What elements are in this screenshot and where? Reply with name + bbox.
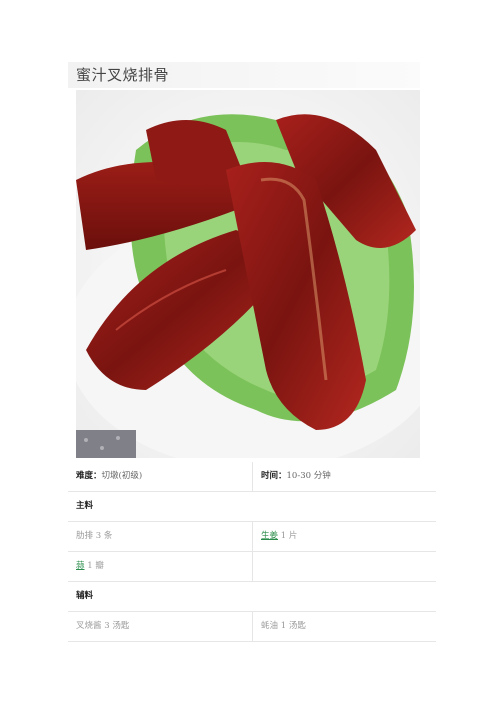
info-row: 难度：切墩(初级) 时间：10-30 分钟: [68, 462, 436, 492]
time-label: 时间：: [261, 471, 287, 481]
difficulty-value: 切墩(初级): [101, 471, 143, 481]
aux-ingredients-row-1: 叉烧酱 3 汤匙 蚝油 1 汤匙: [68, 612, 436, 642]
ingredient-qty: 1 瓣: [87, 561, 104, 571]
ingredient-qty: 1 汤匙: [280, 621, 306, 631]
ingredient-link-garlic[interactable]: 蒜: [76, 561, 85, 571]
ingredient-name: 叉烧酱: [76, 621, 102, 631]
difficulty-label: 难度：: [76, 471, 102, 481]
ribs-image: [76, 90, 420, 458]
main-ingredients-row-2: 蒜 1 瓣: [68, 552, 436, 582]
main-section-row: 主料: [68, 492, 436, 522]
ingredient-name: 蚝油: [261, 621, 279, 631]
ingredient-item: 叉烧酱 3 汤匙: [76, 612, 246, 641]
ingredient-link-ginger[interactable]: 生姜: [261, 531, 278, 541]
time-value: 10-30 分钟: [286, 471, 331, 481]
recipe-info-table: 难度：切墩(初级) 时间：10-30 分钟 主料 肋排 3 条 生姜 1 片 蒜…: [68, 462, 436, 642]
ingredient-qty: 1 片: [280, 531, 298, 541]
ingredient-name: 肋排: [76, 531, 94, 541]
empty-cell: [252, 552, 437, 581]
recipe-photo: [76, 90, 420, 458]
time-cell: 时间：10-30 分钟: [252, 462, 437, 491]
main-section-title: 主料: [76, 501, 94, 511]
ingredient-qty: 3 条: [95, 531, 113, 541]
ingredient-item: 蚝油 1 汤匙: [252, 612, 437, 641]
aux-section-row: 辅料: [68, 582, 436, 612]
ingredient-qty: 3 汤匙: [104, 621, 130, 631]
ingredient-item: 肋排 3 条: [76, 522, 246, 551]
ingredient-item: 蒜 1 瓣: [76, 552, 246, 581]
aux-section-title: 辅料: [76, 591, 94, 601]
ingredient-item: 生姜 1 片: [252, 522, 437, 551]
main-ingredients-row-1: 肋排 3 条 生姜 1 片: [68, 522, 436, 552]
recipe-title-bar: 蜜汁叉烧排骨: [68, 62, 420, 88]
difficulty-cell: 难度：切墩(初级): [76, 462, 246, 491]
recipe-title: 蜜汁叉烧排骨: [76, 66, 170, 84]
